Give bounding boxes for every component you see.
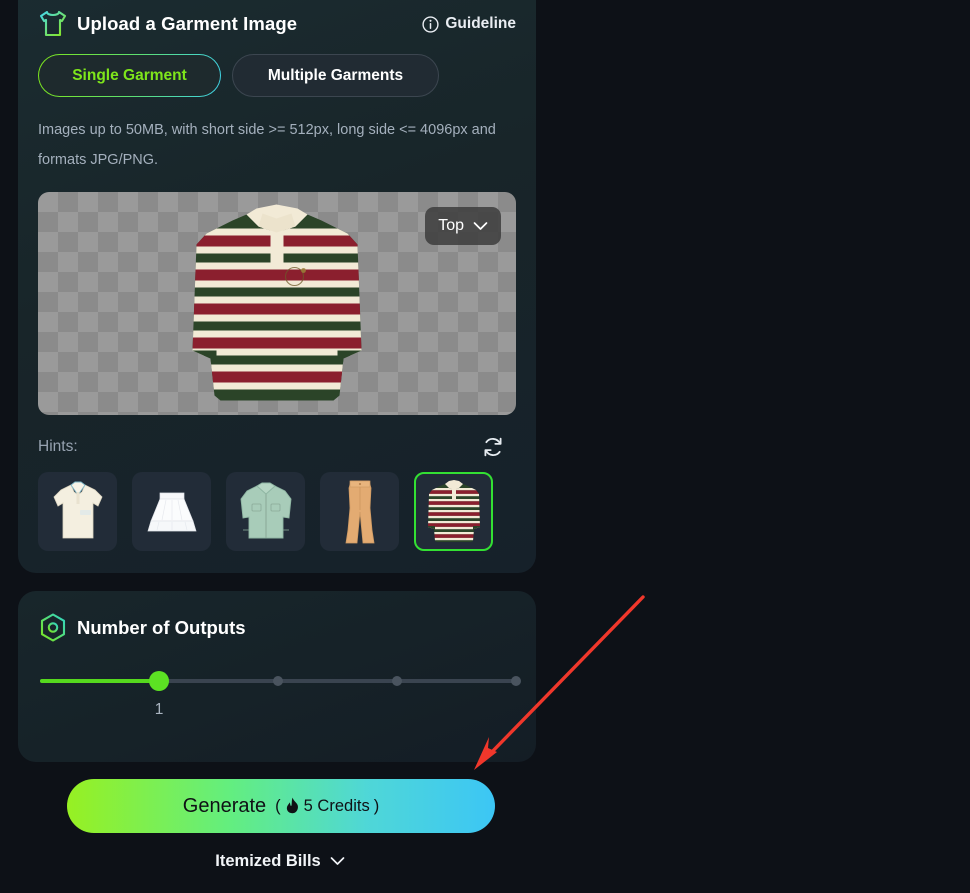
guideline-label: Guideline	[445, 15, 516, 32]
info-circle-icon	[422, 15, 439, 33]
tab-multiple-garments[interactable]: Multiple Garments	[232, 54, 439, 97]
card-header-left: Upload a Garment Image	[38, 10, 297, 38]
refresh-icon[interactable]	[482, 436, 504, 458]
tshirt-icon	[38, 10, 68, 38]
generate-credits: ( 5 Credits )	[275, 797, 379, 816]
outputs-slider[interactable]	[40, 671, 521, 691]
tab-single-garment[interactable]: Single Garment	[38, 54, 221, 97]
flame-icon	[285, 797, 300, 815]
itemized-bills-toggle[interactable]: Itemized Bills	[0, 852, 560, 871]
left-panel-column: Upload a Garment Image Guideline Single …	[18, 0, 536, 762]
generate-button[interactable]: Generate ( 5 Credits )	[67, 779, 495, 833]
hint-thumbnails	[38, 472, 516, 551]
slider-thumb[interactable]	[149, 671, 169, 691]
garment-mode-tabs: Single Garment Multiple Garments	[38, 54, 516, 97]
slider-tick[interactable]	[392, 676, 402, 686]
hint-thumb-cream-polo-shirt[interactable]	[38, 472, 117, 551]
card-header: Upload a Garment Image Guideline	[38, 0, 516, 38]
chevron-down-icon	[330, 852, 345, 871]
hints-bar: Hints:	[38, 436, 516, 458]
paren-close: )	[373, 796, 380, 815]
page-title: Upload a Garment Image	[77, 13, 298, 34]
garment-category-value: Top	[438, 217, 464, 234]
chevron-down-icon	[473, 221, 488, 231]
garment-category-dropdown[interactable]: Top	[425, 207, 501, 245]
slider-tick[interactable]	[511, 676, 521, 686]
garment-preview-image	[192, 204, 362, 400]
upload-requirements-text: Images up to 50MB, with short side >= 51…	[38, 122, 496, 168]
tab-single-garment-label: Single Garment	[72, 66, 187, 84]
guideline-link[interactable]: Guideline	[422, 15, 516, 33]
itemized-bills-label: Itemized Bills	[215, 852, 321, 870]
paren-open: (	[275, 796, 281, 815]
generate-label: Generate	[182, 794, 267, 817]
hint-thumb-green-striped-rugby-polo[interactable]	[414, 472, 493, 551]
hexagon-icon	[40, 613, 66, 642]
tab-multiple-garments-label: Multiple Garments	[267, 66, 404, 84]
slider-value-label: 1	[154, 701, 164, 718]
hint-thumb-tan-flared-pants[interactable]	[320, 472, 399, 551]
credits-text: 5 Credits	[303, 796, 370, 815]
outputs-header: Number of Outputs	[40, 613, 514, 642]
hint-thumb-mint-denim-jacket[interactable]	[226, 472, 305, 551]
slider-track-fill	[40, 679, 159, 683]
slider-value-row: 1	[40, 701, 516, 721]
upload-garment-card: Upload a Garment Image Guideline Single …	[18, 0, 536, 573]
app-root: Upload a Garment Image Guideline Single …	[0, 0, 970, 893]
hint-thumb-white-pleated-skirt[interactable]	[132, 472, 211, 551]
hints-label: Hints:	[38, 438, 78, 455]
slider-tick[interactable]	[273, 676, 283, 686]
outputs-title: Number of Outputs	[77, 616, 246, 638]
garment-preview[interactable]: Top	[38, 192, 516, 415]
number-of-outputs-card: Number of Outputs 1	[18, 591, 536, 762]
